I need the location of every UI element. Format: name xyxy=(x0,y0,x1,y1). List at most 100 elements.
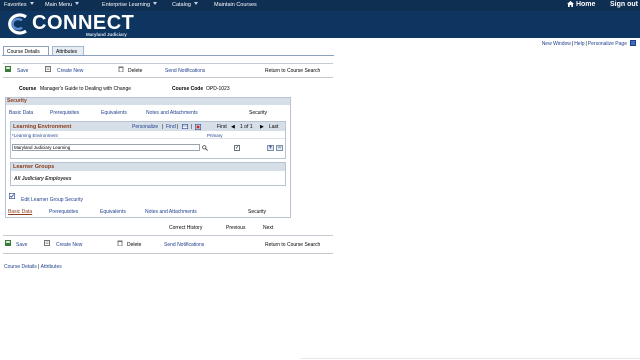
nav-equivalents[interactable]: Equivalents xyxy=(101,110,127,116)
connect-logo-icon xyxy=(8,13,27,35)
chevron-down-icon xyxy=(75,2,80,5)
header-links: New Window|Help|Personalize Page xyxy=(542,40,636,47)
nav-security-current: Security xyxy=(249,110,268,116)
security-group-box: Security Basic Data Prerequisites Equiva… xyxy=(5,97,291,218)
new-document-icon xyxy=(44,240,50,246)
home-link[interactable]: Home xyxy=(567,1,595,8)
toolbar-bottom-top-divider xyxy=(3,235,333,236)
favorites-menu[interactable]: Favorites xyxy=(4,2,34,8)
tab-course-details[interactable]: Course Details xyxy=(3,46,49,55)
footer-links: Course Details | Attributes xyxy=(4,264,62,270)
chevron-down-icon xyxy=(153,2,158,5)
grid-range: 1 of 1 xyxy=(240,124,253,130)
grid-next-icon[interactable]: ▶ xyxy=(260,124,264,130)
save-link[interactable]: Save xyxy=(17,68,28,74)
top-navigation-bar: Favorites Main Menu Enterprise Learning … xyxy=(0,0,640,11)
personalize-page-link[interactable]: Personalize Page xyxy=(588,41,627,47)
chevron-down-icon xyxy=(29,2,34,5)
home-icon xyxy=(567,1,574,7)
grid-prev-icon[interactable]: ◀ xyxy=(231,124,235,130)
nav-bottom-equivalents[interactable]: Equivalents xyxy=(100,209,126,215)
grid-header: Learning Environment Personalize | Find … xyxy=(11,122,285,131)
nav-prerequisites[interactable]: Prerequisites xyxy=(50,110,79,116)
save-icon xyxy=(5,240,11,246)
edit-icon[interactable] xyxy=(9,193,15,199)
grid-find-link[interactable]: Find xyxy=(166,124,176,130)
nav-bottom-basic-data[interactable]: Basic Data xyxy=(8,209,32,215)
grid-title: Learning Environment xyxy=(13,123,72,130)
enterprise-learning-menu[interactable]: Enterprise Learning xyxy=(102,2,158,8)
footer-attributes-link[interactable]: Attributes xyxy=(41,264,62,270)
correct-history-button[interactable]: Correct History xyxy=(169,225,202,231)
nav-bottom-notes-and-attachments[interactable]: Notes and Attachments xyxy=(145,209,197,215)
grid-column-header: *Learning Environment Primary xyxy=(11,131,285,139)
course-code-value: OPD-1023 xyxy=(206,86,230,92)
nav-bottom-prerequisites[interactable]: Prerequisites xyxy=(49,209,78,215)
toolbar-bottom-bottom-divider xyxy=(3,253,333,254)
save-link-bottom[interactable]: Save xyxy=(16,242,27,248)
nav-bottom-security-current: Security xyxy=(248,209,267,215)
learner-groups-title: Learner Groups xyxy=(11,163,285,171)
course-label: Course xyxy=(19,86,37,92)
add-row-button[interactable]: + xyxy=(267,144,274,151)
send-notifications-link[interactable]: Send Notifications xyxy=(165,68,205,74)
learning-environment-grid: Learning Environment Personalize | Find … xyxy=(10,121,286,159)
toolbar-top-divider xyxy=(3,63,333,64)
edit-learner-group-security-link[interactable]: Edit Learner Group Security xyxy=(21,197,83,203)
next-button[interactable]: Next xyxy=(263,225,273,231)
trash-icon xyxy=(117,240,123,246)
main-menu[interactable]: Main Menu xyxy=(45,2,80,8)
footer-course-details-link[interactable]: Course Details xyxy=(4,264,37,270)
create-new-link-bottom[interactable]: Create New xyxy=(56,242,82,248)
delete-link[interactable]: Delete xyxy=(128,68,142,74)
view-all-icon[interactable] xyxy=(182,123,188,129)
app-banner: CONNECT Maryland Judiciary xyxy=(0,11,640,38)
grid-first: First xyxy=(217,124,227,130)
tab-divider xyxy=(2,55,334,56)
return-to-course-search-link-bottom[interactable]: Return to Course Search xyxy=(265,242,320,248)
nav-basic-data[interactable]: Basic Data xyxy=(9,110,33,116)
help-link[interactable]: Help xyxy=(574,41,584,47)
catalog-label: Catalog xyxy=(172,2,191,8)
enterprise-learning-label: Enterprise Learning xyxy=(102,2,151,8)
grid-sep-3: | xyxy=(191,124,193,130)
primary-checkbox[interactable]: ✓ xyxy=(234,144,240,151)
tab-attributes[interactable]: Attributes xyxy=(52,46,84,55)
lookup-search-icon[interactable] xyxy=(202,145,208,151)
send-notifications-link-bottom[interactable]: Send Notifications xyxy=(164,242,204,248)
personalize-icon[interactable] xyxy=(630,40,636,46)
grid-sep: | xyxy=(162,124,164,130)
learner-groups-box: Learner Groups All Judiciary Employees xyxy=(10,162,286,186)
app-subtitle: Maryland Judiciary xyxy=(86,32,127,37)
catalog-menu[interactable]: Catalog xyxy=(172,2,198,8)
delete-row-button[interactable]: − xyxy=(276,144,283,151)
grid-last: Last xyxy=(269,124,279,130)
trash-icon xyxy=(118,66,124,72)
grid-sep-2: | xyxy=(177,124,179,130)
learner-group-value: All Judiciary Employees xyxy=(14,176,72,182)
previous-button[interactable]: Previous xyxy=(226,225,245,231)
sign-out-link[interactable]: Sign out xyxy=(610,1,638,8)
nav-notes-and-attachments[interactable]: Notes and Attachments xyxy=(146,110,198,116)
new-document-icon xyxy=(45,66,51,72)
course-name-value: Manager's Guide to Dealing with Change xyxy=(40,86,132,92)
toolbar-bottom-divider xyxy=(3,77,333,78)
learning-environment-input[interactable]: Maryland Judiciary Learning xyxy=(12,144,200,151)
grid-personalize-link[interactable]: Personalize xyxy=(132,124,158,130)
security-box-title: Security xyxy=(6,98,290,105)
save-icon xyxy=(5,66,11,72)
course-code-label: Course Code xyxy=(172,86,204,92)
delete-link-bottom[interactable]: Delete xyxy=(127,242,141,248)
download-icon[interactable] xyxy=(195,123,201,130)
maintain-courses-crumb[interactable]: Maintain Courses xyxy=(214,2,257,8)
chevron-down-icon xyxy=(193,2,198,5)
page-bottom-divider xyxy=(300,358,640,359)
home-label: Home xyxy=(575,1,596,8)
create-new-link[interactable]: Create New xyxy=(57,68,83,74)
favorites-label: Favorites xyxy=(4,2,27,8)
main-menu-label: Main Menu xyxy=(45,2,73,8)
col-primary: Primary xyxy=(207,132,223,138)
return-to-course-search-link[interactable]: Return to Course Search xyxy=(265,68,320,74)
col-learning-environment: *Learning Environment xyxy=(12,132,58,138)
new-window-link[interactable]: New Window xyxy=(542,41,571,47)
